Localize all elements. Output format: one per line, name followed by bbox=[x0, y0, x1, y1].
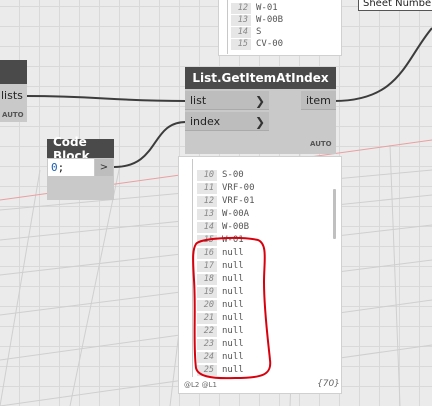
highlight-annotation bbox=[192, 236, 272, 380]
